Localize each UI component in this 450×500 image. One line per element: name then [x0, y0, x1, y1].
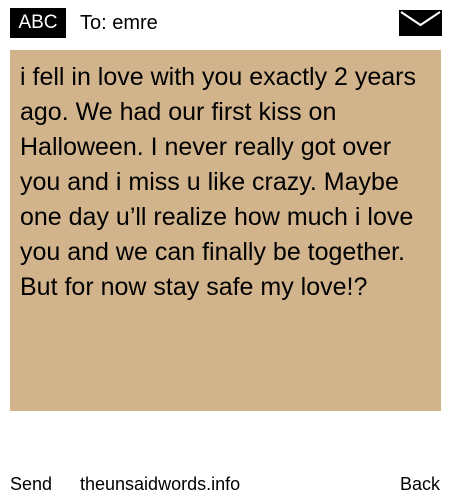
envelope-icon[interactable] — [399, 10, 442, 36]
message-box: i fell in love with you exactly 2 years … — [10, 50, 441, 411]
message-text: i fell in love with you exactly 2 years … — [20, 63, 417, 301]
site-link[interactable]: theunsaidwords.info — [80, 470, 240, 498]
abc-badge[interactable]: ABC — [10, 8, 66, 38]
footer-bar: Send theunsaidwords.info Back — [0, 470, 450, 498]
back-button[interactable]: Back — [400, 470, 440, 498]
message-header: ABC To: emre — [0, 0, 450, 46]
send-button[interactable]: Send — [10, 470, 52, 498]
recipient-label: To: emre — [80, 12, 158, 34]
